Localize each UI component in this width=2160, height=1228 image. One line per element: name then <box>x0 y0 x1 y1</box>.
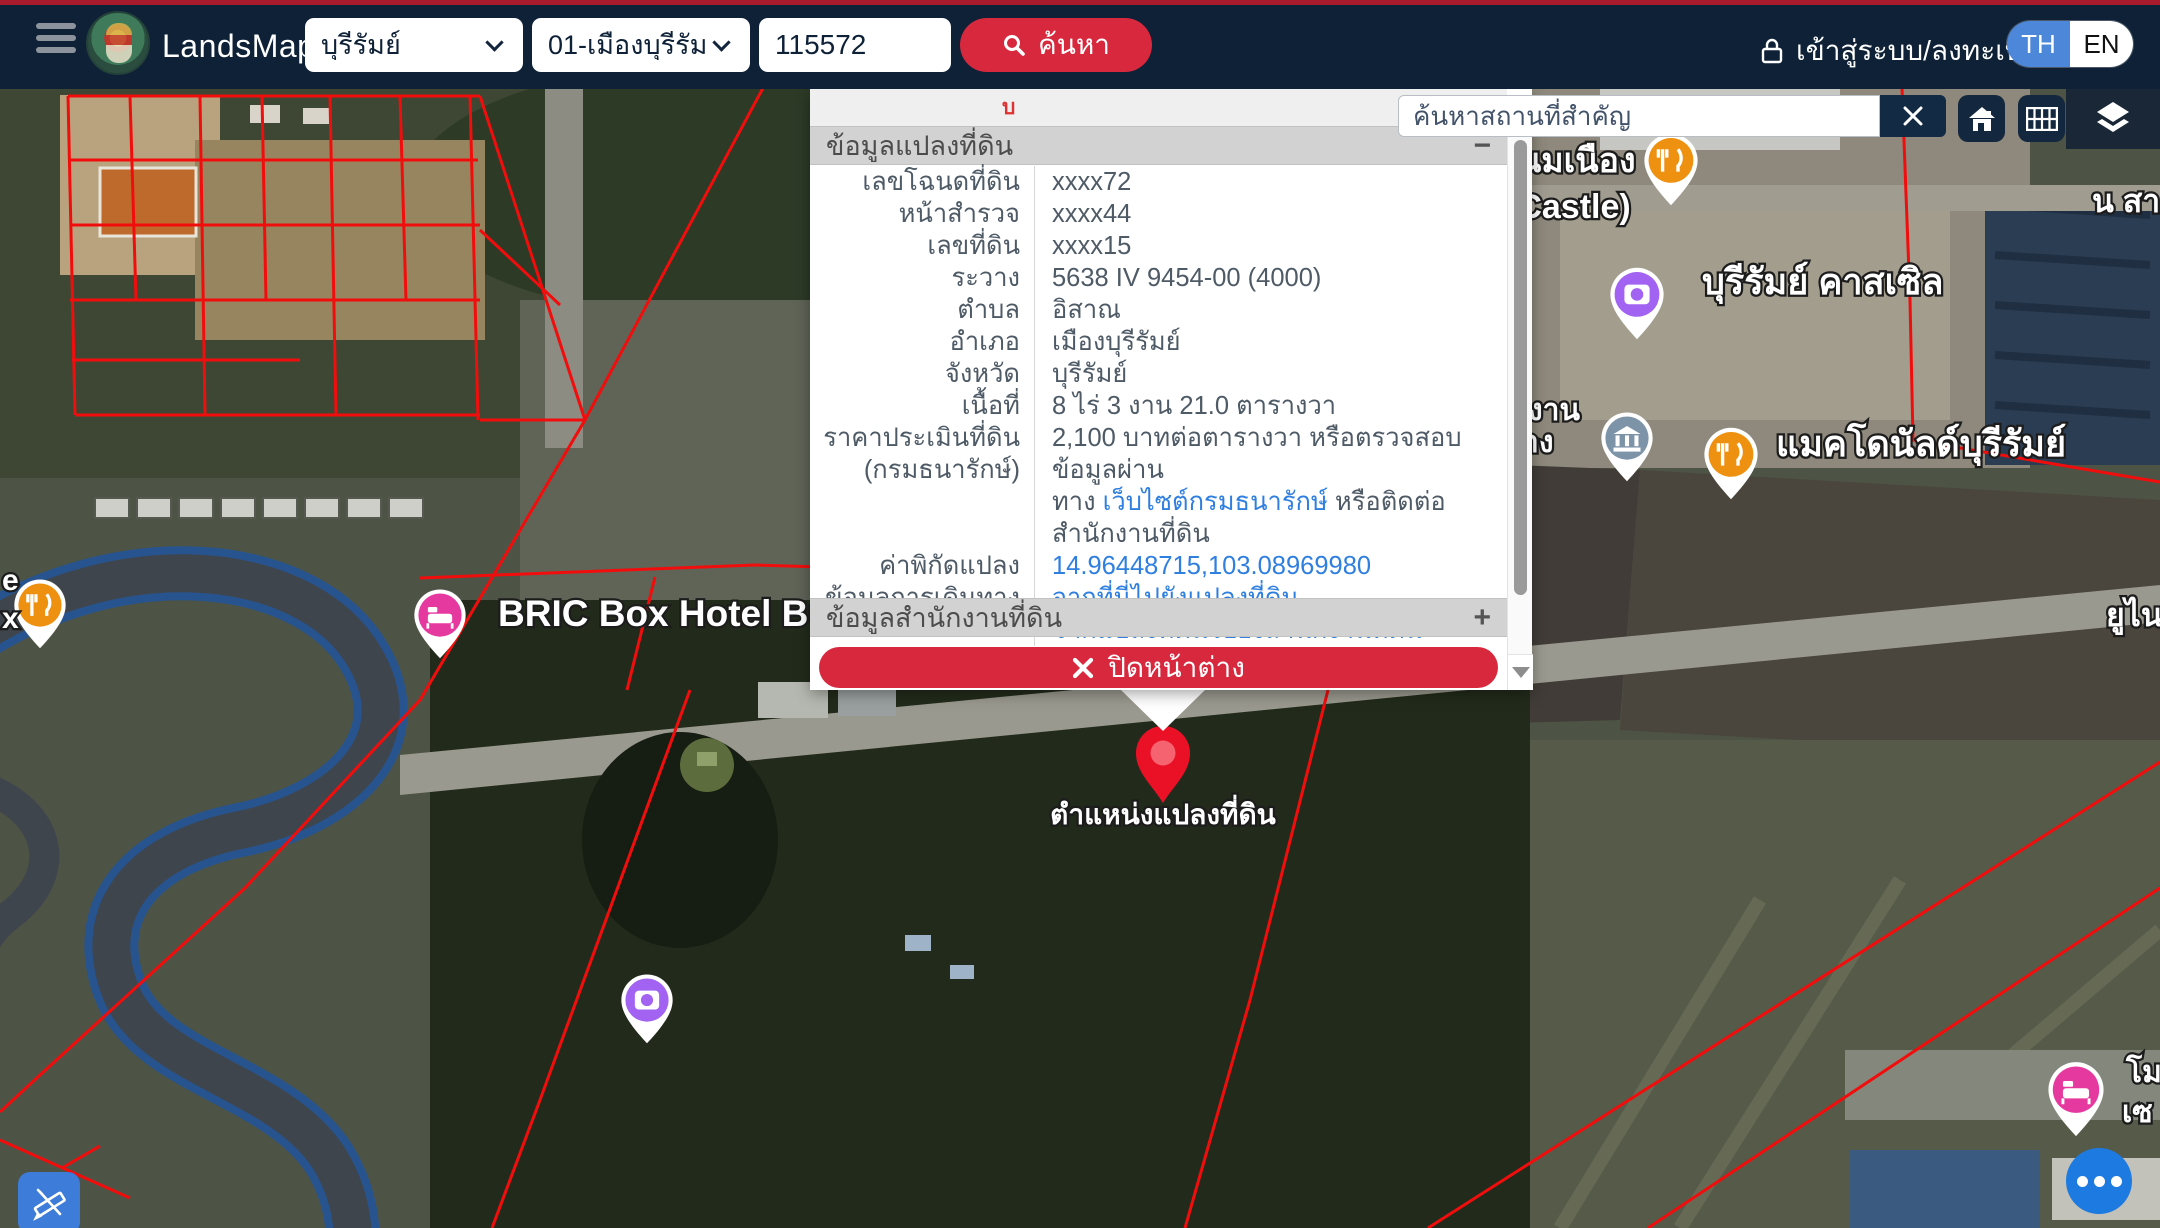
map-label-partial: e <box>2 564 19 597</box>
measure-tools-button[interactable] <box>18 1172 80 1228</box>
measure-icon <box>30 1184 68 1222</box>
row-value: xxxx15 <box>1034 230 1507 262</box>
row-value: 5638 IV 9454-00 (4000) <box>1034 262 1507 294</box>
map-small-house <box>303 108 329 124</box>
table-row: อำเภอ เมืองบุรีรัมย์ <box>810 326 1507 358</box>
row-label: เลขโฉนดที่ดิน <box>810 166 1034 198</box>
layers-icon <box>2093 100 2133 138</box>
close-window-label: ปิดหน้าต่าง <box>1108 646 1245 690</box>
map-pond <box>582 732 778 948</box>
table-row: เลขโฉนดที่ดิน xxxx72 <box>810 166 1507 198</box>
row-label: อำเภอ <box>810 326 1034 358</box>
more-options-button[interactable] <box>2066 1148 2132 1214</box>
top-red-line <box>0 0 2160 5</box>
map-label-parcel-position: ตำแหน่งแปลงที่ดิน <box>1050 794 1276 830</box>
basemap-layers-button[interactable] <box>2066 89 2160 149</box>
grid-icon <box>2026 107 2058 131</box>
map-label-castle-th: นมเนือง <box>1518 142 1636 180</box>
row-label: ตำบล <box>810 294 1034 326</box>
parcel-number-input[interactable] <box>759 18 951 72</box>
table-row-price: ราคาประเมินที่ดิน (กรมธนารักษ์) 2,100 บา… <box>810 422 1507 550</box>
scrollbar-down-button[interactable] <box>1508 654 1533 690</box>
map-label-partial: เซ <box>2122 1096 2153 1129</box>
province-select[interactable]: บุรีรัมย์ <box>305 18 523 72</box>
section-title: ข้อมูลแปลงที่ดิน <box>826 124 1013 167</box>
place-search-close-button[interactable] <box>1880 95 1946 137</box>
section-title: ข้อมูลสำนักงานที่ดิน <box>826 596 1062 639</box>
arrow-down-icon <box>1512 667 1530 678</box>
land-office-section-header[interactable]: ข้อมูลสำนักงานที่ดิน + <box>810 598 1507 637</box>
map-label-partial: งาน <box>1528 394 1580 427</box>
map-label-buriram-castle: บุรีรัมย์ คาสเซิล <box>1702 261 1943 305</box>
search-button[interactable]: ค้นหา <box>960 18 1152 72</box>
parcel-info-rows: เลขโฉนดที่ดิน xxxx72 หน้าสำรวจ xxxx44 เล… <box>810 166 1507 646</box>
top-navbar: LandsMaps บุรีรัมย์ 01-เมืองบุรีรัมย์ ค้… <box>0 5 2160 89</box>
row-label: หน้าสำรวจ <box>810 198 1034 230</box>
grid-tool-button[interactable] <box>2018 95 2065 142</box>
map-warehouse <box>838 686 896 716</box>
map-label-united: ยูไนเต็ด <box>2106 595 2160 636</box>
map-label-partial: โม <box>2125 1053 2160 1089</box>
table-row: ตำบล อิสาณ <box>810 294 1507 326</box>
row-value: xxxx44 <box>1034 198 1507 230</box>
map-label-bric-hotel: BRIC Box Hotel Bur <box>498 593 845 634</box>
expand-icon[interactable]: + <box>1473 603 1491 633</box>
language-toggle: TH EN <box>2007 21 2133 67</box>
row-label: เนื้อที่ <box>810 390 1034 422</box>
map-blue-roof-building <box>1850 1150 2040 1228</box>
home-icon <box>1967 105 1997 133</box>
map-text-showthrough: บ <box>1002 91 1015 124</box>
place-search-box <box>1398 95 1880 137</box>
table-row: เนื้อที่ 8 ไร่ 3 งาน 21.0 ตารางวา <box>810 390 1507 422</box>
scrollbar-thumb[interactable] <box>1514 140 1527 595</box>
table-row: ระวาง 5638 IV 9454-00 (4000) <box>810 262 1507 294</box>
table-row: หน้าสำรวจ xxxx44 <box>810 198 1507 230</box>
map-shed <box>905 935 931 951</box>
map-shed <box>950 965 974 979</box>
treasury-website-link[interactable]: เว็บไซต์กรมธนารักษ์ <box>1103 488 1328 516</box>
place-search-input[interactable] <box>1398 95 1880 137</box>
table-row-coordinates: ค่าพิกัดแปลง 14.96448715,103.08969980 <box>810 550 1507 582</box>
close-icon <box>1072 657 1094 679</box>
map-dirt <box>195 140 485 340</box>
row-label: ระวาง <box>810 262 1034 294</box>
panel-scrollbar[interactable] <box>1507 126 1532 690</box>
row-value: 2,100 บาทต่อตารางวา หรือตรวจสอบข้อมูลผ่า… <box>1034 422 1507 550</box>
row-value: xxxx72 <box>1034 166 1507 198</box>
row-value: เมืองบุรีรัมย์ <box>1034 326 1507 358</box>
search-button-label: ค้นหา <box>1038 23 1110 67</box>
table-row: จังหวัด บุรีรัมย์ <box>810 358 1507 390</box>
lang-en-button[interactable]: EN <box>2070 21 2133 67</box>
map-small-house <box>250 105 280 123</box>
map-label-road: น สา <box>2092 183 2160 219</box>
map-building-br <box>1845 1050 2160 1120</box>
row-label: จังหวัด <box>810 358 1034 390</box>
map-island-hut <box>697 752 717 766</box>
home-extent-button[interactable] <box>1958 95 2005 142</box>
lang-th-button[interactable]: TH <box>2007 21 2070 67</box>
row-value: อิสาณ <box>1034 294 1507 326</box>
map-label-partial: x <box>2 602 19 635</box>
map-fields-bottomright <box>1530 740 2160 1228</box>
menu-icon[interactable] <box>36 23 80 63</box>
row-label: ค่าพิกัดแปลง <box>810 550 1034 582</box>
close-icon <box>1902 105 1924 127</box>
district-select[interactable]: 01-เมืองบุรีรัมย์ <box>532 18 750 72</box>
row-label: ราคาประเมินที่ดิน (กรมธนารักษ์) <box>810 422 1034 550</box>
department-of-lands-logo[interactable] <box>86 11 150 75</box>
search-icon <box>1002 33 1026 57</box>
close-window-button[interactable]: ปิดหน้าต่าง <box>819 647 1498 688</box>
coordinates-link[interactable]: 14.96448715,103.08969980 <box>1052 552 1371 580</box>
row-label: เลขที่ดิน <box>810 230 1034 262</box>
table-row: เลขที่ดิน xxxx15 <box>810 230 1507 262</box>
landsmaps-app: BRIC Box Hotel Bur นมเนือง (Castle) บุรี… <box>0 0 2160 1228</box>
parcel-info-panel: บ ข้อมูลแปลงที่ดิน − เลขโฉนดที่ดิน xxxx7… <box>810 89 1532 690</box>
row-value: 8 ไร่ 3 งาน 21.0 ตารางวา <box>1034 390 1507 422</box>
map-label-mcdonalds: แมคโดนัลด์บุรีรัมย์ <box>1776 422 2066 467</box>
lock-icon <box>1760 37 1784 65</box>
row-value: บุรีรัมย์ <box>1034 358 1507 390</box>
